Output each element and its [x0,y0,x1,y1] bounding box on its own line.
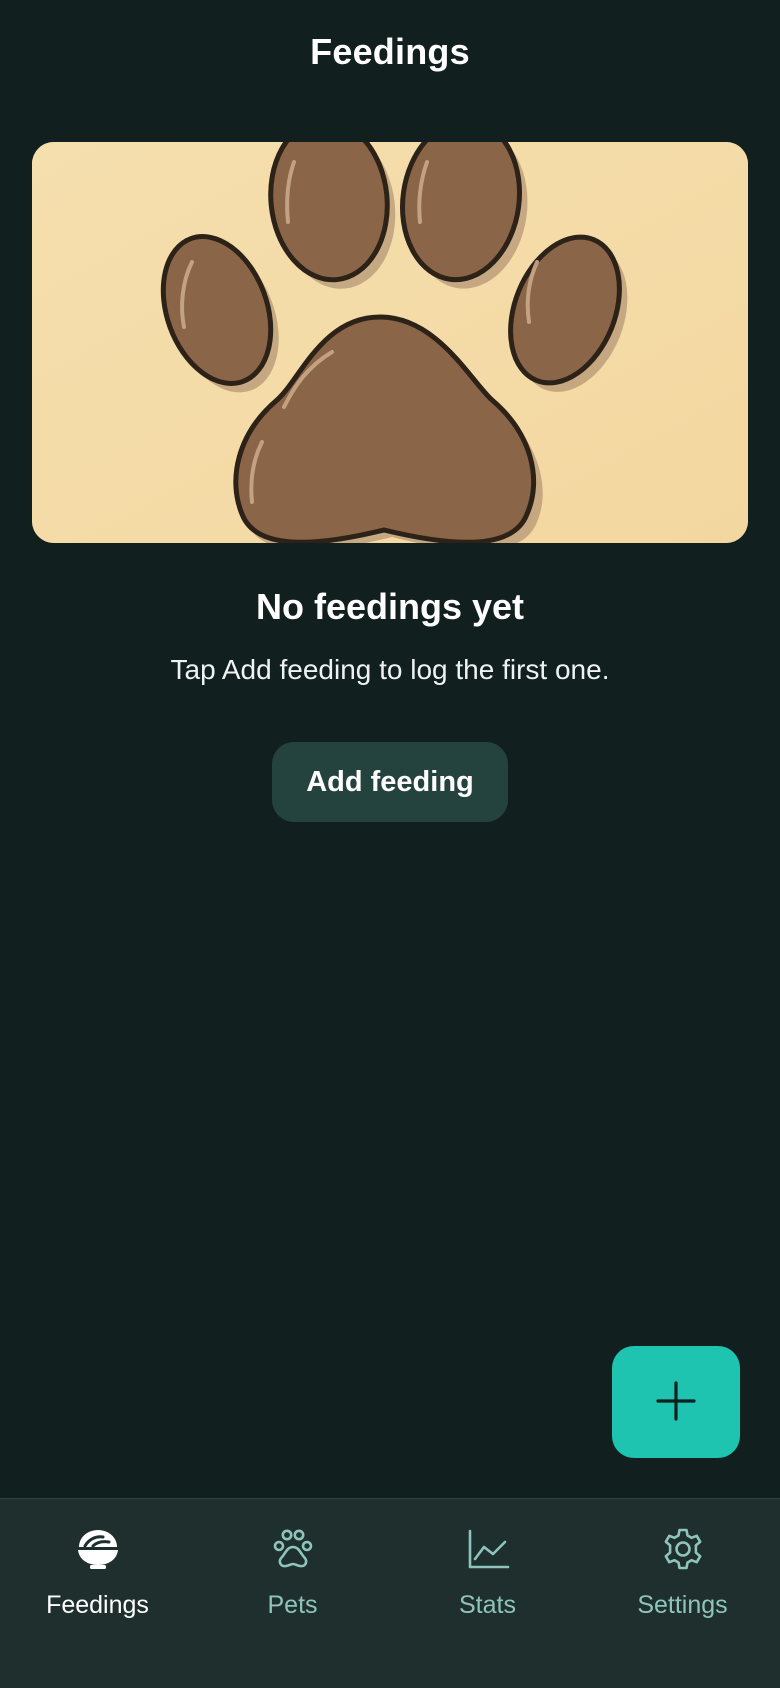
page-title: Feedings [310,31,470,72]
nav-item-stats[interactable]: Stats [390,1499,585,1688]
empty-state-title: No feedings yet [255,586,525,627]
nav-item-settings[interactable]: Settings [585,1499,780,1688]
paw-print-illustration [32,142,748,543]
nav-label-settings: Settings [637,1591,728,1619]
nav-label-stats: Stats [459,1591,516,1619]
nav-label-pets: Pets [267,1591,318,1619]
chart-icon [466,1527,510,1571]
add-feeding-button[interactable]: Add feeding [272,742,508,822]
empty-state-illustration [32,142,748,543]
paw-icon [271,1527,315,1571]
app-header: Feedings [0,0,780,104]
feedings-screen: Feedings No feedings yet Tap Add feeding… [0,0,780,1688]
nav-item-pets[interactable]: Pets [195,1499,390,1688]
bowl-icon [76,1527,120,1571]
nav-item-feedings[interactable]: Feedings [0,1499,195,1688]
plus-icon [656,1380,696,1424]
gear-icon [661,1527,705,1571]
empty-state-subtitle: Tap Add feeding to log the first one. [170,654,610,685]
nav-label-feedings: Feedings [46,1591,149,1619]
bottom-navigation: Feedings Pets Stats Settings [0,1498,780,1688]
add-feeding-fab[interactable] [612,1346,740,1458]
